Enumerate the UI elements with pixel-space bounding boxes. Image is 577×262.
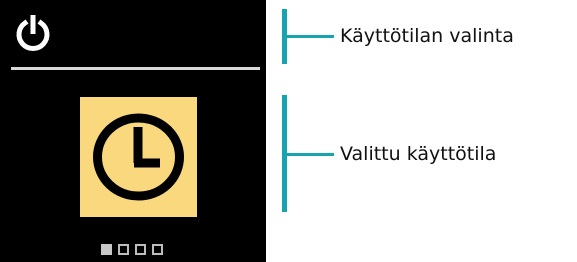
page-dot-active: [101, 244, 112, 255]
page-dot: [152, 244, 163, 255]
callout-label-selected-mode: Valittu käyttötila: [340, 143, 497, 165]
page-indicator: [101, 244, 163, 259]
clock-icon: [93, 113, 184, 201]
header-divider: [11, 67, 260, 70]
callout-leader-selected-mode: [286, 153, 334, 156]
power-icon[interactable]: [14, 12, 52, 56]
diagram: Käyttötilan valinta Valittu käyttötila: [0, 0, 577, 262]
selected-mode-tile[interactable]: [80, 97, 197, 217]
device-screen: [0, 0, 266, 262]
page-dot: [118, 244, 129, 255]
callout-leader-mode-selection: [286, 35, 334, 38]
callout-label-mode-selection: Käyttötilan valinta: [340, 25, 514, 47]
page-dot: [135, 244, 146, 255]
